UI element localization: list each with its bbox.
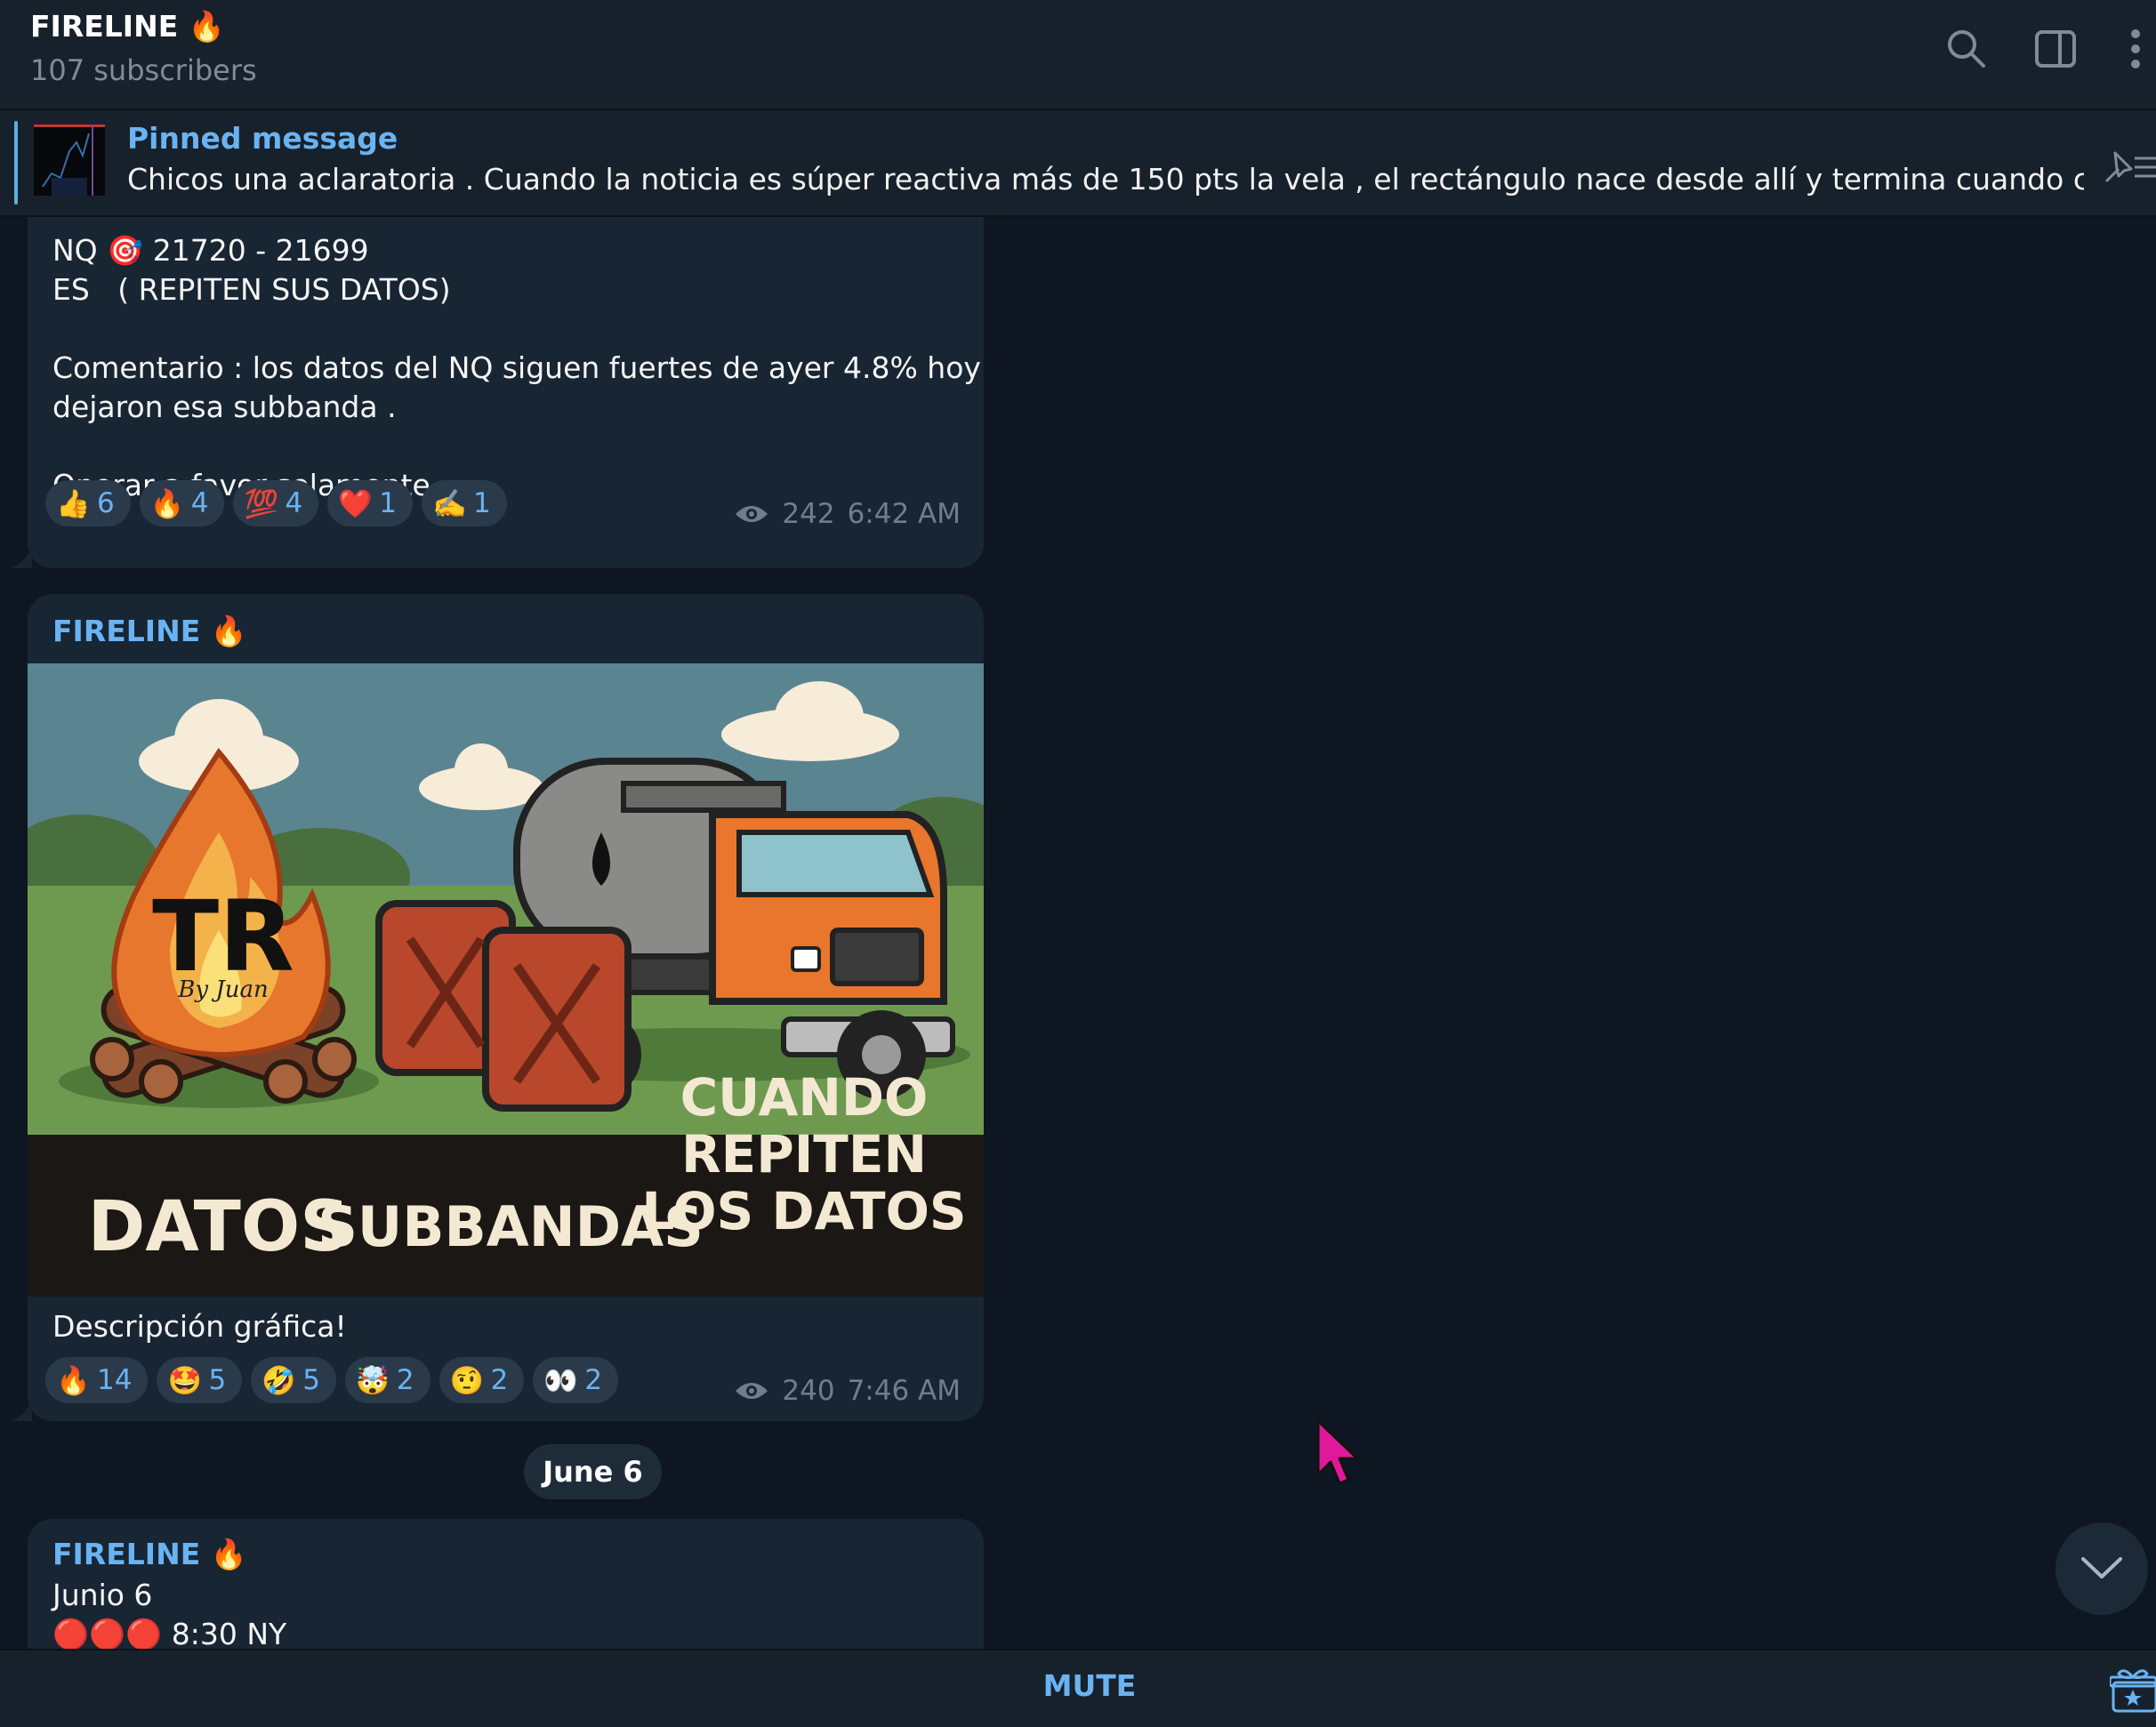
reaction-bar: 👍 6 🔥 4 💯 4 ❤️ 1 ✍️ 1 xyxy=(45,480,507,526)
sidebar-toggle-icon[interactable] xyxy=(2033,27,2078,71)
message-time: 7:46 AM xyxy=(847,1375,961,1407)
mute-button[interactable]: MUTE xyxy=(0,1668,2156,1703)
reaction-emoji: 🤩 xyxy=(167,1365,203,1397)
text-line: Comentario : los datos del NQ siguen fue… xyxy=(52,350,981,385)
reaction-emoji: 🤨 xyxy=(449,1365,485,1397)
chat-header: FIRELINE 🔥 107 subscribers xyxy=(0,0,2156,110)
message-bubble[interactable]: NQ 🎯 21720 - 21699 ES ( REPITEN SUS DATO… xyxy=(28,217,984,568)
post-image[interactable]: TR By Juan DATOS SUBBANDAS CUANDO REPITE… xyxy=(28,663,984,1297)
bubble-tail xyxy=(11,547,32,568)
image-caption: Descripción gráfica! xyxy=(52,1309,347,1344)
bottom-bar: MUTE xyxy=(0,1649,2156,1727)
message-text: Junio 6 xyxy=(52,1578,153,1612)
search-icon[interactable] xyxy=(1944,27,1989,71)
reaction-star-struck[interactable]: 🤩 5 xyxy=(157,1357,243,1403)
message-bubble[interactable]: FIRELINE 🔥 TR By Juan DATOS SUBBANDAS CU… xyxy=(28,594,984,1421)
image-caption-repiten: REPITEN xyxy=(681,1124,927,1185)
eye-icon xyxy=(736,1383,768,1399)
image-caption-cuando: CUANDO xyxy=(680,1067,929,1128)
message-text: 🔴🔴🔴 8:30 NY xyxy=(52,1617,287,1649)
reaction-emoji: ❤️ xyxy=(338,488,373,520)
reaction-count: 2 xyxy=(396,1364,414,1396)
reaction-count: 2 xyxy=(584,1364,603,1396)
reaction-count: 1 xyxy=(379,487,397,519)
reaction-emoji: 🤣 xyxy=(261,1365,296,1397)
reaction-count: 4 xyxy=(285,487,303,519)
reaction-count: 14 xyxy=(97,1364,133,1396)
reaction-emoji: 🔥 xyxy=(56,1365,91,1397)
reaction-fire[interactable]: 🔥 4 xyxy=(139,480,225,526)
reaction-count: 1 xyxy=(472,487,491,519)
text-line: dejaron esa subbanda . xyxy=(52,390,397,424)
reaction-count: 5 xyxy=(208,1364,227,1396)
subscriber-count: 107 subscribers xyxy=(30,53,257,87)
sender-name[interactable]: FIRELINE 🔥 xyxy=(52,614,247,649)
reaction-thumbs-up[interactable]: 👍 6 xyxy=(45,480,131,526)
reaction-mind-blown[interactable]: 🤯 2 xyxy=(344,1357,430,1403)
chevron-down-icon xyxy=(2081,1557,2122,1578)
reaction-eyes[interactable]: 👀 2 xyxy=(533,1357,619,1403)
pin-list-icon[interactable] xyxy=(2099,144,2156,189)
pinned-title: Pinned message xyxy=(127,121,398,156)
reaction-emoji: 💯 xyxy=(244,488,279,520)
reaction-count: 6 xyxy=(97,487,115,519)
message-meta: 240 7:46 AM xyxy=(734,1375,961,1407)
reaction-count: 5 xyxy=(302,1364,320,1396)
reaction-fire[interactable]: 🔥 14 xyxy=(45,1357,149,1403)
image-caption-datos: DATOS xyxy=(88,1187,350,1267)
text-line: NQ 🎯 21720 - 21699 xyxy=(52,233,369,268)
logo-subtext: By Juan xyxy=(177,976,268,1003)
image-caption-los-datos: LOS DATOS xyxy=(641,1181,966,1241)
text-line: ES ( REPITEN SUS DATOS) xyxy=(52,272,451,307)
pinned-indicator xyxy=(14,121,18,205)
reaction-rofl[interactable]: 🤣 5 xyxy=(251,1357,336,1403)
reaction-emoji: 👀 xyxy=(543,1365,578,1397)
bubble-tail xyxy=(11,1400,32,1421)
date-separator: June 6 xyxy=(524,1444,662,1499)
reaction-emoji: 🔥 xyxy=(149,488,185,520)
view-count: 242 xyxy=(782,498,835,530)
reaction-bar: 🔥 14 🤩 5 🤣 5 🤯 2 🤨 2 👀 2 xyxy=(45,1357,619,1403)
reaction-heart[interactable]: ❤️ 1 xyxy=(327,480,413,526)
message-list[interactable]: NQ 🎯 21720 - 21699 ES ( REPITEN SUS DATO… xyxy=(0,217,2156,1649)
eye-icon xyxy=(736,506,768,522)
reaction-count: 2 xyxy=(490,1364,509,1396)
reaction-emoji: 👍 xyxy=(56,488,91,520)
reaction-emoji: 🤯 xyxy=(355,1365,390,1397)
pinned-thumbnail xyxy=(34,125,105,196)
message-meta: 242 6:42 AM xyxy=(734,498,961,530)
reaction-writing-hand[interactable]: ✍️ 1 xyxy=(421,480,507,526)
more-vertical-icon[interactable] xyxy=(2113,27,2156,71)
view-count: 240 xyxy=(782,1375,835,1407)
reaction-emoji: ✍️ xyxy=(431,488,467,520)
gift-icon[interactable] xyxy=(2110,1667,2156,1713)
pinned-message-bar[interactable]: Pinned message Chicos una aclaratoria . … xyxy=(0,110,2156,217)
mouse-cursor-icon xyxy=(1316,1419,1359,1485)
message-bubble[interactable]: FIRELINE 🔥 Junio 6 🔴🔴🔴 8:30 NY xyxy=(28,1519,984,1649)
message-time: 6:42 AM xyxy=(847,498,961,530)
scroll-to-bottom-button[interactable] xyxy=(2055,1522,2148,1615)
pinned-text: Chicos una aclaratoria . Cuando la notic… xyxy=(127,162,2084,197)
reaction-raised-eyebrow[interactable]: 🤨 2 xyxy=(438,1357,525,1403)
channel-name[interactable]: FIRELINE 🔥 xyxy=(30,9,225,44)
message-text: NQ 🎯 21720 - 21699 ES ( REPITEN SUS DATO… xyxy=(52,231,981,505)
reaction-count: 4 xyxy=(190,487,209,519)
sender-name[interactable]: FIRELINE 🔥 xyxy=(52,1537,247,1572)
reaction-hundred[interactable]: 💯 4 xyxy=(233,480,319,526)
